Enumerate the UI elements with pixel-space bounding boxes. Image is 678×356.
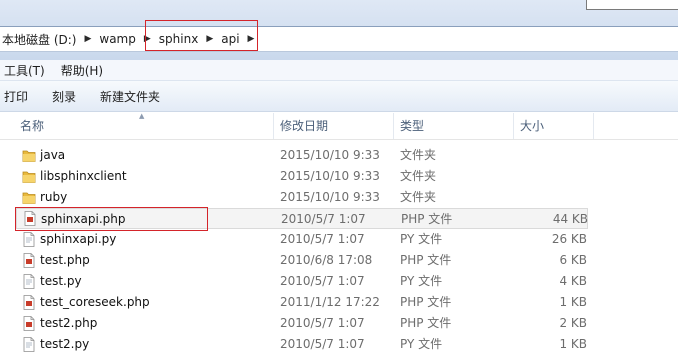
file-date: 2010/6/8 17:08	[280, 253, 373, 267]
folder-icon	[22, 148, 36, 163]
file-date: 2010/5/7 1:07	[280, 232, 365, 246]
address-bar[interactable]: 本地磁盘 (D:) ▶ wamp ▶ sphinx ▶ api ▶	[0, 26, 678, 52]
file-size: 1 KB	[559, 295, 587, 309]
menu-help[interactable]: 帮助(H)	[53, 62, 111, 79]
file-row[interactable]: ruby 2015/10/10 9:33 文件夹	[0, 187, 678, 208]
toolbar: 打印 刻录 新建文件夹	[0, 81, 678, 112]
file-size: 26 KB	[551, 232, 587, 246]
file-size: 44 KB	[552, 212, 588, 226]
file-size: 2 KB	[559, 316, 587, 330]
search-box[interactable]	[586, 0, 678, 10]
file-row[interactable]: java 2015/10/10 9:33 文件夹	[0, 145, 678, 166]
file-date: 2015/10/10 9:33	[280, 169, 380, 183]
file-name: test.py	[40, 274, 82, 288]
file-date: 2010/5/7 1:07	[280, 337, 365, 351]
file-type: PHP 文件	[401, 212, 453, 226]
file-size: 4 KB	[559, 274, 587, 288]
file-name: ruby	[40, 190, 68, 204]
new-folder-button[interactable]: 新建文件夹	[88, 88, 172, 105]
row-highlight-box	[15, 207, 208, 231]
file-date: 2011/1/12 17:22	[280, 295, 380, 309]
folder-icon	[22, 190, 36, 205]
file-type: PY 文件	[400, 232, 443, 246]
chevron-right-icon[interactable]: ▶	[80, 34, 95, 44]
column-type[interactable]: 类型	[393, 113, 513, 139]
print-button[interactable]: 打印	[0, 88, 40, 105]
file-row[interactable]: test2.php 2010/5/7 1:07 PHP 文件 2 KB	[0, 313, 678, 334]
file-row[interactable]: test_coreseek.php 2011/1/12 17:22 PHP 文件 1 …	[0, 292, 678, 313]
file-row[interactable]: libsphinxclient 2015/10/10 9:33 文件夹	[0, 166, 678, 187]
crumb-wamp[interactable]: wamp	[95, 32, 139, 46]
file-size: 1 KB	[559, 337, 587, 351]
address-area: 本地磁盘 (D:) ▶ wamp ▶ sphinx ▶ api ▶	[0, 0, 678, 60]
file-date: 2010/5/7 1:07	[281, 212, 366, 226]
file-type: 文件夹	[400, 148, 437, 162]
menu-tools[interactable]: 工具(T)	[0, 62, 53, 79]
py-file-icon	[22, 337, 36, 352]
file-date: 2010/5/7 1:07	[280, 274, 365, 288]
file-row[interactable]: test2.py 2010/5/7 1:07 PY 文件 1 KB	[0, 334, 678, 355]
column-name[interactable]: 名称	[14, 113, 273, 139]
file-type: PHP 文件	[400, 295, 452, 309]
crumb-local-disk[interactable]: 本地磁盘 (D:)	[0, 31, 80, 48]
file-name: libsphinxclient	[40, 169, 127, 183]
file-row[interactable]: sphinxapi.py 2010/5/7 1:07 PY 文件 26 KB	[0, 229, 678, 250]
file-name: java	[40, 148, 66, 162]
php-file-icon	[22, 295, 36, 310]
burn-button[interactable]: 刻录	[40, 88, 88, 105]
file-name: test_coreseek.php	[40, 295, 150, 309]
file-date: 2015/10/10 9:33	[280, 190, 380, 204]
column-date[interactable]: 修改日期	[273, 113, 393, 139]
py-file-icon	[22, 232, 36, 247]
file-type: PY 文件	[400, 337, 443, 351]
file-name: test.php	[40, 253, 90, 267]
file-type: PHP 文件	[400, 253, 452, 267]
menu-bar: 工具(T) 帮助(H)	[0, 60, 678, 81]
file-date: 2015/10/10 9:33	[280, 148, 380, 162]
file-row[interactable]: test.php 2010/6/8 17:08 PHP 文件 6 KB	[0, 250, 678, 271]
php-file-icon	[22, 253, 36, 268]
file-name: test2.php	[40, 316, 98, 330]
file-type: PY 文件	[400, 274, 443, 288]
file-list: java 2015/10/10 9:33 文件夹 libsphinxclient 201…	[0, 145, 678, 355]
file-row[interactable]: test.py 2010/5/7 1:07 PY 文件 4 KB	[0, 271, 678, 292]
file-type: 文件夹	[400, 169, 437, 183]
file-name: sphinxapi.py	[40, 232, 117, 246]
crumb-highlight-box	[145, 20, 258, 51]
folder-icon	[22, 169, 36, 184]
file-date: 2010/5/7 1:07	[280, 316, 365, 330]
file-type: PHP 文件	[400, 316, 452, 330]
file-size: 6 KB	[559, 253, 587, 267]
py-file-icon	[22, 274, 36, 289]
file-type: 文件夹	[400, 190, 437, 204]
file-name: test2.py	[40, 337, 90, 351]
column-size[interactable]: 大小	[513, 113, 594, 139]
php-file-icon	[22, 316, 36, 331]
column-headers: ▲ 名称 修改日期 类型 大小	[0, 112, 678, 140]
